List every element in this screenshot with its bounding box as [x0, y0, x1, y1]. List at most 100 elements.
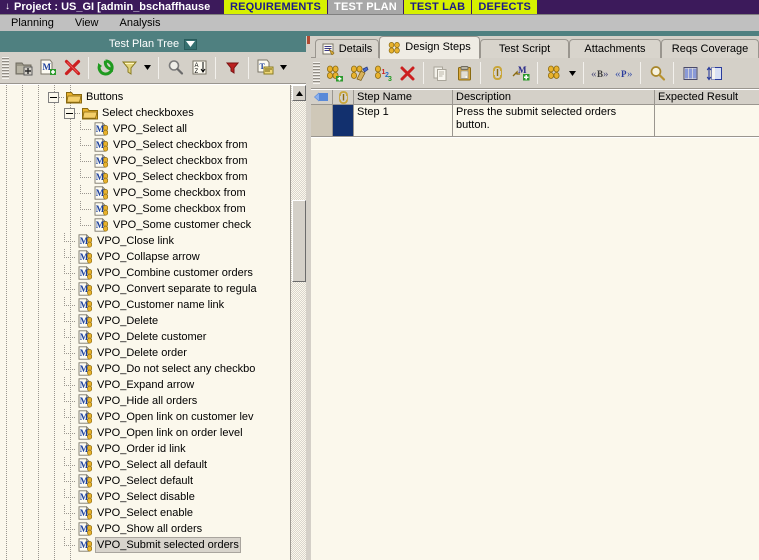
cell-description[interactable]: Press the submit selected orders button. [453, 105, 655, 136]
design-steps-grid[interactable]: Step Name Description Expected Result St… [311, 89, 759, 560]
column-header-description[interactable]: Description [453, 90, 655, 104]
new-test-button[interactable]: M [36, 56, 60, 80]
tree-item[interactable]: M VPO_Delete customer [0, 329, 290, 345]
tree-item[interactable]: M VPO_Open link on order level [0, 425, 290, 441]
tree-item[interactable]: M VPO_Expand arrow [0, 377, 290, 393]
tree-item[interactable]: M VPO_Some customer check [0, 217, 290, 233]
row-selector-cell[interactable] [311, 105, 333, 136]
sort-button[interactable]: A Z [187, 56, 211, 80]
toolbar-grip[interactable] [2, 56, 9, 79]
tree-item[interactable]: M VPO_Customer name link [0, 297, 290, 313]
scroll-up-icon[interactable] [292, 85, 306, 101]
tree-item[interactable]: M VPO_Open link on customer lev [0, 409, 290, 425]
tree-item[interactable]: M VPO_Some checkbox from [0, 185, 290, 201]
cell-step-name[interactable]: Step 1 [354, 105, 453, 136]
tree-item[interactable]: M VPO_Select checkbox from [0, 153, 290, 169]
test-details-dropdown-button[interactable] [277, 56, 290, 80]
column-header-expected-result[interactable]: Expected Result [655, 90, 758, 104]
tree-item[interactable]: M VPO_Combine customer orders [0, 265, 290, 281]
grid-empty-area[interactable] [311, 137, 759, 557]
new-step-button[interactable] [323, 61, 347, 85]
tree-connector [64, 409, 77, 425]
call-test-dropdown-button[interactable] [566, 61, 579, 85]
params-button[interactable]: « P » [612, 61, 636, 85]
menu-item-planning[interactable]: Planning [2, 16, 64, 30]
tree-item[interactable]: M VPO_Hide all orders [0, 393, 290, 409]
menu-item-analysis[interactable]: Analysis [110, 16, 170, 30]
table-row[interactable]: Step 1 Press the submit selected orders … [311, 105, 759, 137]
scrollbar-thumb[interactable] [292, 200, 306, 282]
tab-test-script[interactable]: Test Script [480, 39, 569, 58]
fit-column-button[interactable] [702, 61, 726, 85]
left-arrow-icon[interactable] [311, 90, 333, 104]
tree-item[interactable]: M VPO_Delete [0, 313, 290, 329]
tree-vertical-scrollbar[interactable] [290, 85, 306, 560]
grid-header-row: Step Name Description Expected Result [311, 90, 759, 105]
cell-expected-result[interactable] [655, 105, 758, 136]
tree-connector [64, 249, 77, 265]
refresh-button[interactable] [93, 56, 117, 80]
tree-item[interactable]: Select checkboxes [0, 105, 290, 121]
tab-details[interactable]: Details [315, 39, 379, 58]
nav-tab-test-plan[interactable]: TEST PLAN [327, 0, 403, 14]
tree-connector [64, 361, 77, 377]
attachment-button[interactable] [485, 61, 509, 85]
tree-item[interactable]: M VPO_Select checkbox from [0, 169, 290, 185]
tree-collapse-toggle[interactable] [64, 107, 75, 119]
toolbar-grip[interactable] [313, 62, 320, 84]
paste-button[interactable] [452, 61, 476, 85]
filter-dropdown-button[interactable] [141, 56, 154, 80]
edit-step-button[interactable] [347, 61, 371, 85]
insert-parameter-button[interactable]: M [509, 61, 533, 85]
tree-item-label: VPO_Order id link [97, 443, 186, 455]
down-arrow-icon[interactable]: ↓ [0, 2, 14, 12]
paperclip-icon[interactable] [333, 90, 354, 104]
tree-item[interactable]: M VPO_Submit selected orders [0, 537, 290, 553]
tab-reqs-coverage[interactable]: Reqs Coverage [661, 39, 759, 58]
renumber-steps-button[interactable]: 1 2 3 [371, 61, 395, 85]
tree-item[interactable]: M VPO_Collapse arrow [0, 249, 290, 265]
tree-item[interactable]: M VPO_Delete order [0, 345, 290, 361]
new-folder-button[interactable] [12, 56, 36, 80]
copy-button[interactable] [428, 61, 452, 85]
column-header-step-name[interactable]: Step Name [354, 90, 453, 104]
manual-test-icon: M [78, 521, 93, 536]
delete-button[interactable] [60, 56, 84, 80]
test-details-button[interactable]: T [253, 56, 277, 80]
tree-item[interactable]: M VPO_Select checkbox from [0, 137, 290, 153]
test-plan-tree[interactable]: Buttons Select checkboxes M VPO_Select all M… [0, 84, 306, 560]
row-attachment-cell[interactable] [333, 105, 354, 136]
chevron-down-icon[interactable] [184, 38, 198, 50]
tree-item[interactable]: M VPO_Some checkbox from [0, 201, 290, 217]
menu-item-view[interactable]: View [66, 16, 109, 30]
tree-item[interactable]: M VPO_Select disable [0, 489, 290, 505]
nav-tab-defects[interactable]: DEFECTS [471, 0, 538, 14]
tree-item[interactable]: M VPO_Select default [0, 473, 290, 489]
call-test-button[interactable] [542, 61, 566, 85]
clear-filter-button[interactable] [220, 56, 244, 80]
tab-design-steps[interactable]: Design Steps [379, 36, 480, 59]
tree-item[interactable]: M VPO_Do not select any checkbo [0, 361, 290, 377]
delete-step-button[interactable] [395, 61, 419, 85]
tree-item[interactable]: M VPO_Select all [0, 121, 290, 137]
tree-item[interactable]: M VPO_Select all default [0, 457, 290, 473]
select-columns-button[interactable] [678, 61, 702, 85]
nav-tab-test-lab[interactable]: TEST LAB [402, 0, 472, 14]
tree-item[interactable]: M VPO_Select enable [0, 505, 290, 521]
tree-item[interactable]: M VPO_Show all orders [0, 521, 290, 537]
prev-step-button[interactable]: « B » [588, 61, 612, 85]
tree-item[interactable]: Buttons [0, 89, 290, 105]
tree-item[interactable]: M VPO_Close link [0, 233, 290, 249]
find-button[interactable] [645, 61, 669, 85]
tab-attachments[interactable]: Attachments [569, 39, 661, 58]
tree-collapse-toggle[interactable] [48, 91, 59, 103]
find-button[interactable] [163, 56, 187, 80]
manual-test-icon: M [78, 265, 93, 280]
manual-test-icon: M [94, 217, 109, 232]
tree-item[interactable]: M VPO_Convert separate to regula [0, 281, 290, 297]
tree-item[interactable]: M VPO_Order id link [0, 441, 290, 457]
nav-tab-requirements[interactable]: REQUIREMENTS [224, 0, 328, 14]
filter-button[interactable] [117, 56, 141, 80]
